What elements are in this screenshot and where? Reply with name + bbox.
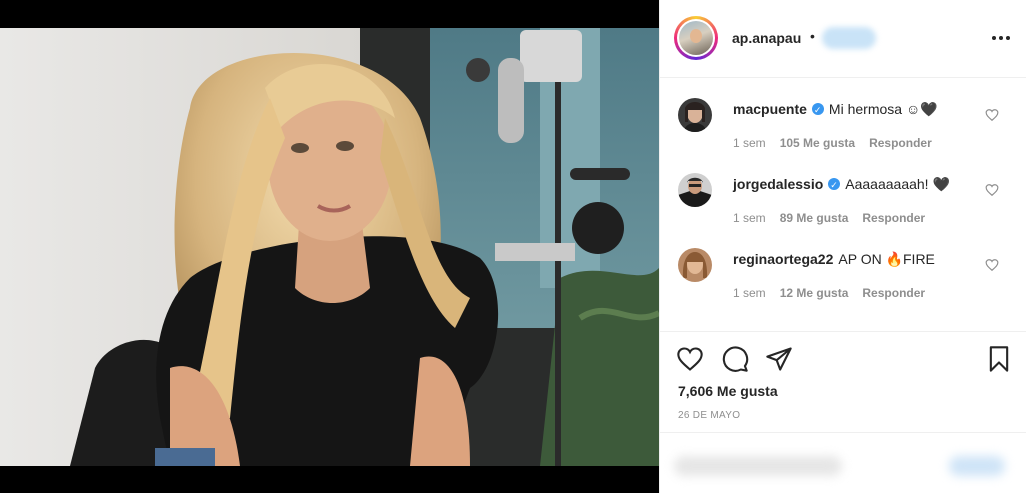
more-options-icon[interactable] <box>992 30 1012 46</box>
post-comment-button-blurred[interactable] <box>949 456 1005 476</box>
commenter-avatar-image <box>678 248 712 282</box>
comment-icon[interactable] <box>721 345 749 373</box>
comments-list: macpuente Mi hermosa ☺🖤 1 sem 105 Me gus… <box>660 78 1026 332</box>
author-avatar[interactable] <box>674 16 718 60</box>
more-dot <box>992 36 996 40</box>
comment-meta: 1 sem 12 Me gusta Responder <box>733 286 925 300</box>
header-separator: • <box>810 28 815 44</box>
post-date[interactable]: 26 DE MAYO <box>678 410 740 421</box>
heart-icon[interactable] <box>676 345 704 373</box>
commenter-avatar[interactable] <box>678 173 712 207</box>
comment-text: Mi hermosa ☺🖤 <box>828 101 938 117</box>
post-photo[interactable] <box>0 28 659 466</box>
comment-text: Aaaaaaaaah! 🖤 <box>845 176 950 192</box>
likes-count[interactable]: 7,606 Me gusta <box>678 383 778 399</box>
comment-item: macpuente Mi hermosa ☺🖤 1 sem 105 Me gus… <box>660 98 1026 168</box>
more-dot <box>999 36 1003 40</box>
commenter-avatar[interactable] <box>678 98 712 132</box>
comment-item: jorgedalessio Aaaaaaaaah! 🖤 1 sem 89 Me … <box>660 173 1026 243</box>
comment-item: reginaortega22 AP ON 🔥FIRE 1 sem 12 Me g… <box>660 248 1026 318</box>
follow-button-blurred[interactable] <box>822 27 876 49</box>
commenter-avatar[interactable] <box>678 248 712 282</box>
commenter-avatar-image <box>678 173 712 207</box>
comment-likes[interactable]: 89 Me gusta <box>780 211 849 225</box>
comment-text-line: jorgedalessio Aaaaaaaaah! 🖤 <box>733 175 950 194</box>
bookmark-icon[interactable] <box>985 345 1013 373</box>
reply-button[interactable]: Responder <box>862 286 925 300</box>
comment-likes[interactable]: 12 Me gusta <box>780 286 849 300</box>
post-actions: 7,606 Me gusta 26 DE MAYO <box>660 333 1026 433</box>
verified-badge-icon <box>828 176 841 194</box>
comment-like-heart-icon[interactable] <box>985 258 999 272</box>
comment-meta: 1 sem 105 Me gusta Responder <box>733 136 932 150</box>
comment-username[interactable]: reginaortega22 <box>733 250 833 268</box>
comment-likes[interactable]: 105 Me gusta <box>780 136 855 150</box>
commenter-avatar-image <box>678 98 712 132</box>
verified-badge-icon <box>811 101 824 119</box>
comment-time[interactable]: 1 sem <box>733 286 766 300</box>
comment-time[interactable]: 1 sem <box>733 136 766 150</box>
author-username[interactable]: ap.anapau <box>732 30 801 46</box>
comment-text: AP ON 🔥FIRE <box>838 251 935 267</box>
reply-button[interactable]: Responder <box>869 136 932 150</box>
add-comment-bar <box>660 434 1026 493</box>
comment-username[interactable]: macpuente <box>733 100 807 118</box>
post-photo-illustration <box>0 28 659 466</box>
comment-text-line: reginaortega22 AP ON 🔥FIRE <box>733 250 935 268</box>
comment-meta: 1 sem 89 Me gusta Responder <box>733 211 925 225</box>
post-side-panel: ap.anapau • macpuente Mi hermosa ☺🖤 <box>659 0 1026 493</box>
comment-like-heart-icon[interactable] <box>985 108 999 122</box>
comment-like-heart-icon[interactable] <box>985 183 999 197</box>
comment-text-line: macpuente Mi hermosa ☺🖤 <box>733 100 938 119</box>
comment-time[interactable]: 1 sem <box>733 211 766 225</box>
paper-plane-icon[interactable] <box>765 345 793 373</box>
post-photo-pane <box>0 0 659 493</box>
reply-button[interactable]: Responder <box>862 211 925 225</box>
comment-username[interactable]: jorgedalessio <box>733 175 823 193</box>
avatar-inner <box>677 19 715 57</box>
comment-input-blurred[interactable] <box>674 456 842 476</box>
avatar-photo <box>679 21 713 55</box>
more-dot <box>1006 36 1010 40</box>
post-header: ap.anapau • <box>660 0 1026 78</box>
